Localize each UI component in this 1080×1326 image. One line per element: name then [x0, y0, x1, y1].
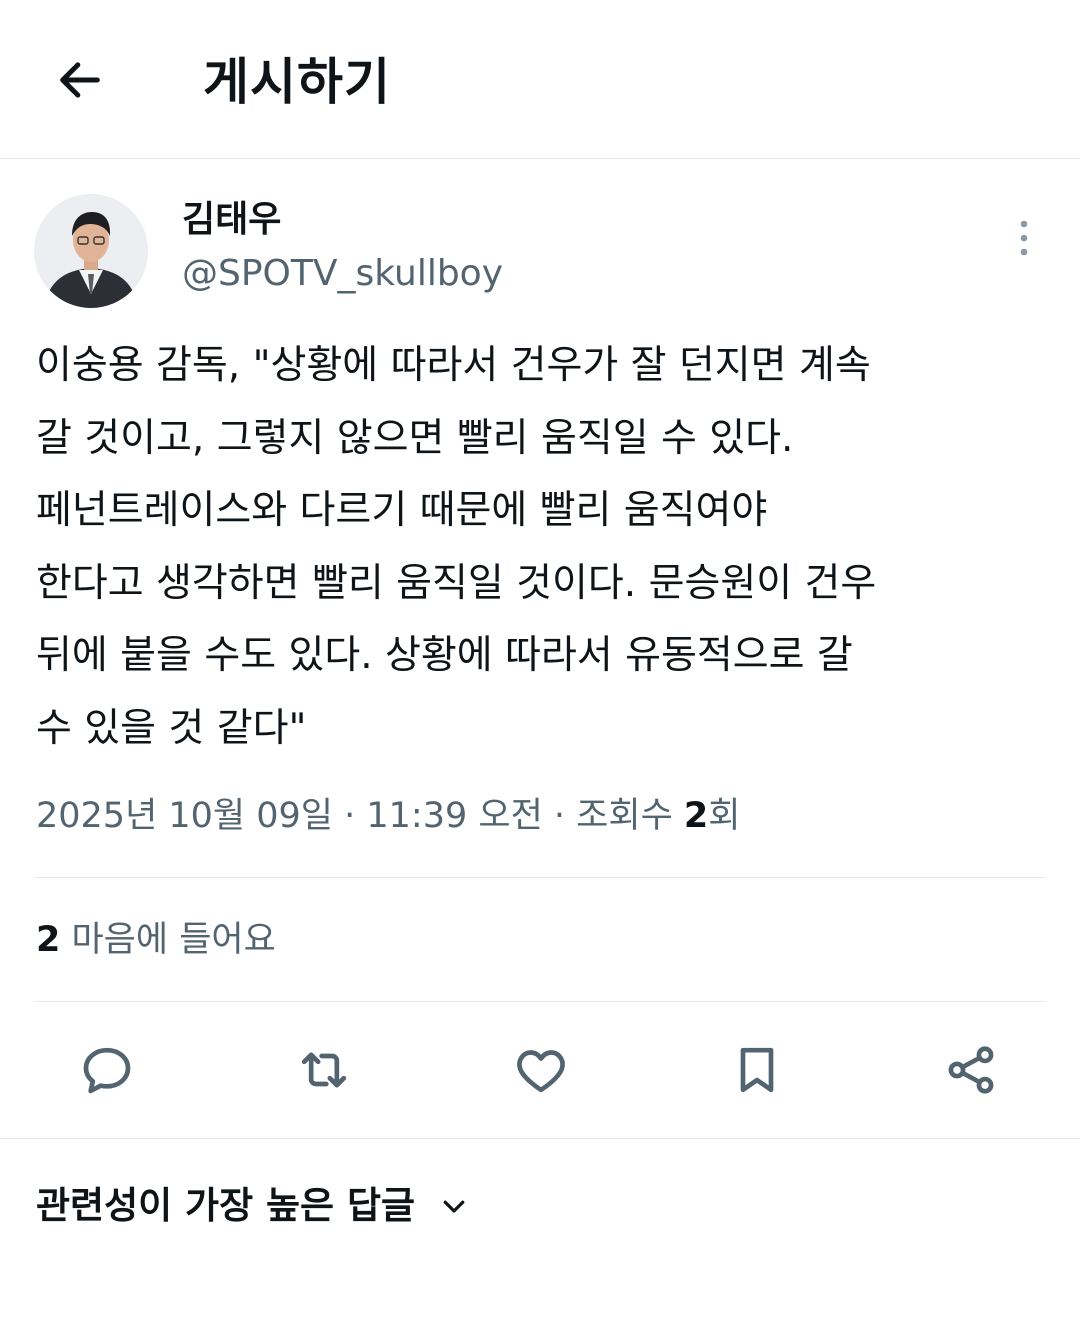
meta-separator: · [542, 796, 577, 836]
views-label: 조회수 [576, 796, 684, 836]
views-suffix: 회 [708, 796, 741, 836]
meta-separator: · [333, 796, 367, 836]
chevron-down-icon [443, 1200, 465, 1213]
tweet-text: 이숭용 감독, "상황에 따라서 건우가 잘 던지면 계속 갈 것이고, 그렇지… [36, 343, 877, 751]
more-options-button[interactable] [1004, 216, 1044, 260]
repost-icon [301, 1052, 347, 1088]
reply-button[interactable] [77, 1040, 137, 1100]
tweet-time: 11:39 오전 [366, 796, 543, 836]
bookmark-button[interactable] [727, 1040, 787, 1100]
share-button[interactable] [941, 1040, 1001, 1100]
views-count: 2 [683, 796, 709, 836]
likes-count: 2 [36, 920, 61, 960]
back-button[interactable] [50, 50, 110, 110]
divider [34, 1001, 1046, 1002]
author-handle[interactable]: @SPOTV_skullboy [182, 250, 503, 298]
share-icon [948, 1046, 994, 1094]
profile-photo [34, 194, 148, 308]
bookmark-icon [740, 1047, 774, 1093]
speech-bubble-icon [83, 1047, 131, 1094]
top-bar: 게시하기 [0, 0, 1080, 159]
repost-button[interactable] [294, 1040, 354, 1100]
arrow-left-icon [60, 62, 100, 98]
replies-sort-dropdown[interactable]: 관련성이 가장 높은 답글 [36, 1180, 469, 1232]
page-title: 게시하기 [203, 53, 391, 111]
tweet-meta: 2025년 10월 09일 · 11:39 오전 · 조회수 2회 [36, 790, 740, 842]
like-button[interactable] [511, 1040, 571, 1100]
likes-summary[interactable]: 2 마음에 들어요 [36, 914, 276, 966]
more-vertical-icon [1020, 220, 1028, 256]
divider [0, 1138, 1080, 1139]
replies-sort-label: 관련성이 가장 높은 답글 [36, 1184, 416, 1227]
heart-icon [517, 1050, 565, 1093]
avatar[interactable] [34, 194, 148, 308]
divider [34, 877, 1046, 878]
author-name[interactable]: 김태우 [182, 196, 281, 244]
likes-label: 마음에 들어요 [60, 920, 276, 960]
tweet-date: 2025년 10월 09일 [36, 796, 333, 836]
